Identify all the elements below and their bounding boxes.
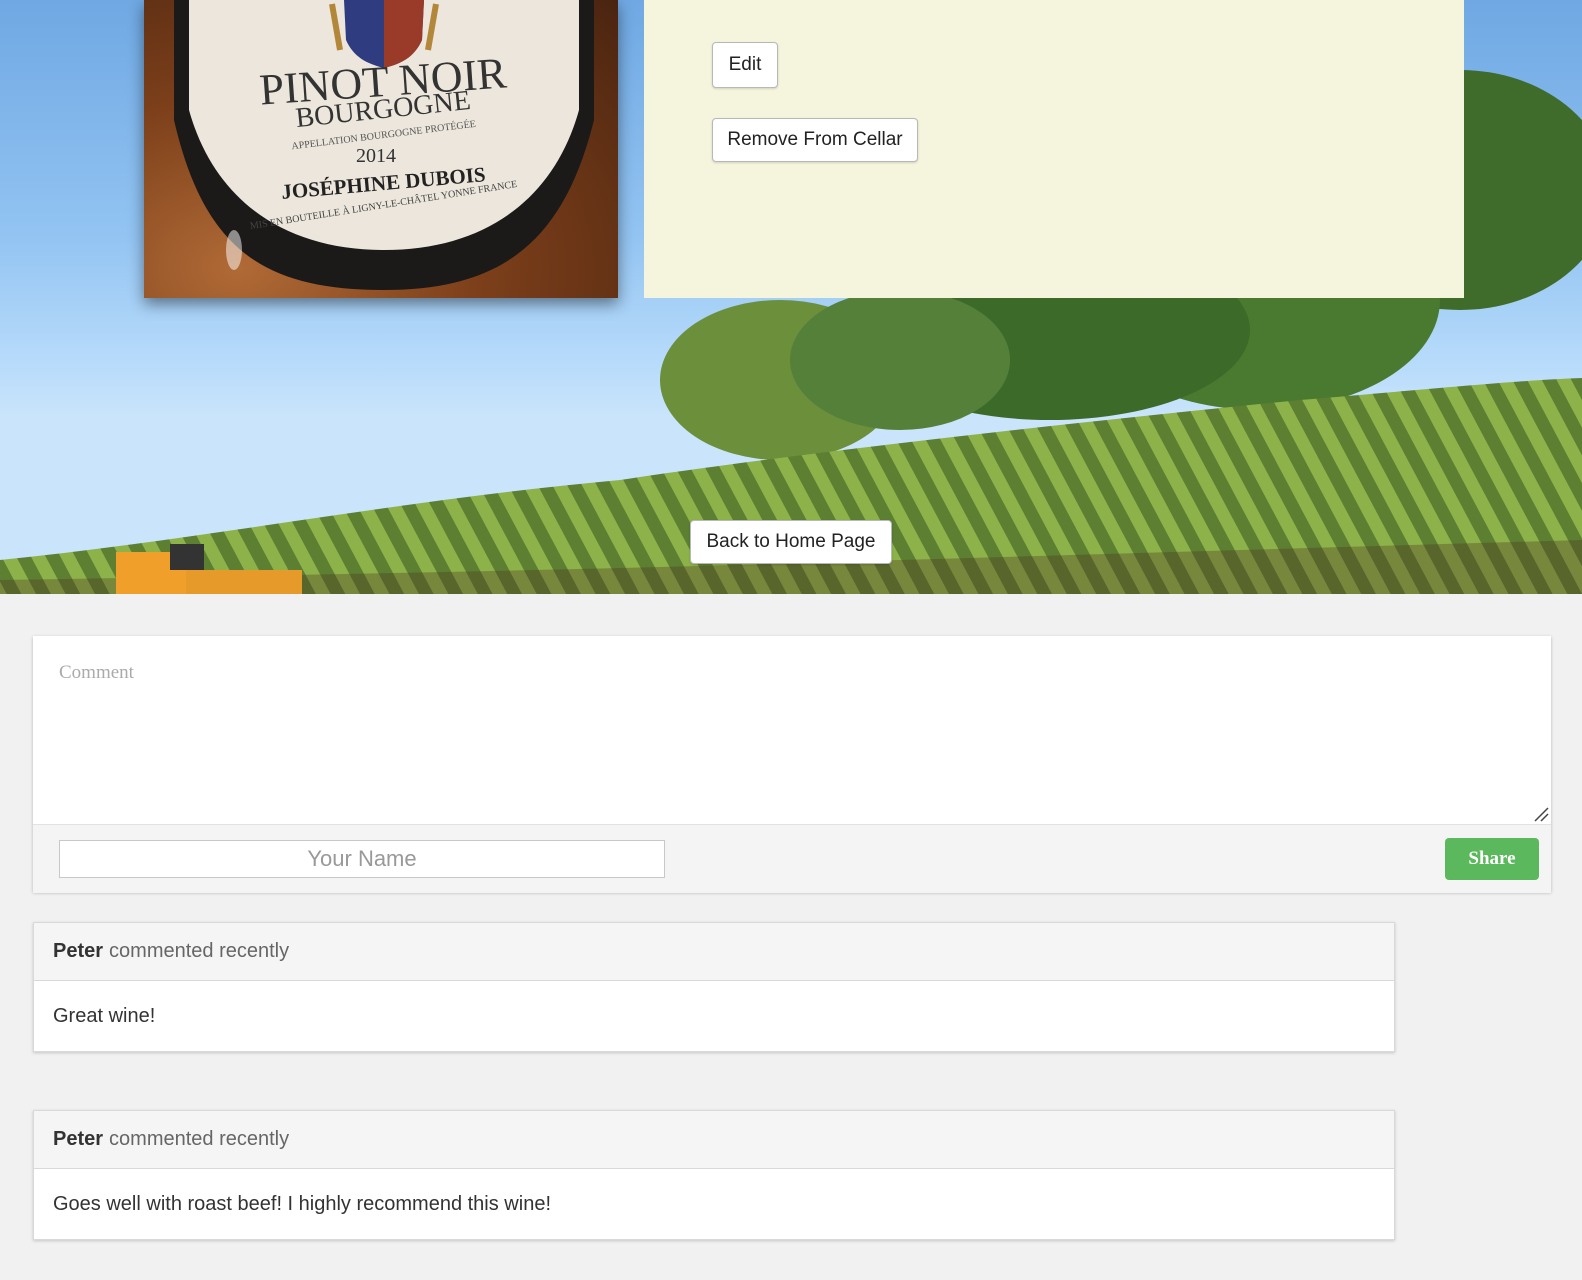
resize-handle-icon[interactable]: [1533, 806, 1549, 822]
comment-author: Peter: [53, 940, 104, 962]
comment-author: Peter: [53, 1128, 104, 1150]
comment-meta: commented recently: [109, 1128, 290, 1150]
wine-label-illustration: PINOT NOIR BOURGOGNE APPELLATION BOURGOG…: [174, 0, 594, 290]
comment-text: Great wine!: [53, 1004, 156, 1027]
edit-button[interactable]: Edit: [712, 42, 778, 88]
comment-form: Share: [33, 636, 1551, 893]
label-vintage: 2014: [356, 145, 396, 167]
wine-bottle-photo: PINOT NOIR BOURGOGNE APPELLATION BOURGOG…: [144, 0, 618, 298]
comment-form-footer: Share: [33, 824, 1551, 893]
comment-header: Peter commented recently: [34, 1111, 1394, 1169]
comment-textarea[interactable]: [33, 636, 1551, 824]
comment-header: Peter commented recently: [34, 923, 1394, 981]
comment-item: Peter commented recently Goes well with …: [33, 1110, 1395, 1240]
name-input[interactable]: [59, 840, 665, 878]
comment-text: Goes well with roast beef! I highly reco…: [53, 1192, 551, 1215]
remove-from-cellar-button[interactable]: Remove From Cellar: [712, 118, 918, 162]
back-to-home-button[interactable]: Back to Home Page: [690, 520, 892, 564]
comment-item: Peter commented recently Great wine!: [33, 922, 1395, 1052]
comment-meta: commented recently: [109, 940, 290, 962]
share-button[interactable]: Share: [1445, 838, 1539, 880]
wine-details-panel: Edit Remove From Cellar: [644, 0, 1464, 298]
